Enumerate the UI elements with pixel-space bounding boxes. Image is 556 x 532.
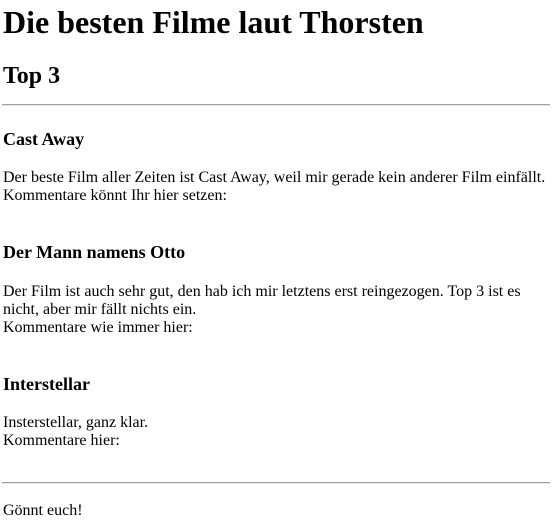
movie-title: Cast Away	[3, 129, 85, 149]
movie-comment-prompt: Kommentare wie immer hier:	[3, 319, 193, 336]
page-title: Die besten Filme laut Thorsten	[3, 4, 424, 40]
divider-bottom	[2, 482, 550, 484]
footer-text: Gönnt euch!	[3, 502, 83, 519]
movie-description: Der Film ist auch sehr gut, den hab ich …	[3, 283, 521, 318]
movie-description: Insterstellar, ganz klar.	[3, 414, 149, 431]
page-root: Die besten Filme laut Thorsten Top 3 Cas…	[0, 0, 556, 532]
movie-description: Der beste Film aller Zeiten ist Cast Awa…	[3, 169, 546, 186]
movie-title: Interstellar	[3, 374, 90, 394]
divider-top	[2, 104, 550, 106]
movie-text-block: Der beste Film aller Zeiten ist Cast Awa…	[3, 169, 553, 205]
movie-text-block: Der Film ist auch sehr gut, den hab ich …	[3, 283, 553, 337]
movie-title: Der Mann namens Otto	[3, 242, 186, 262]
movie-comment-prompt: Kommentare könnt Ihr hier setzen:	[3, 187, 227, 204]
movie-comment-prompt: Kommentare hier:	[3, 432, 120, 449]
page-subtitle: Top 3	[3, 63, 61, 89]
movie-text-block: Insterstellar, ganz klar. Kommentare hie…	[3, 414, 553, 450]
